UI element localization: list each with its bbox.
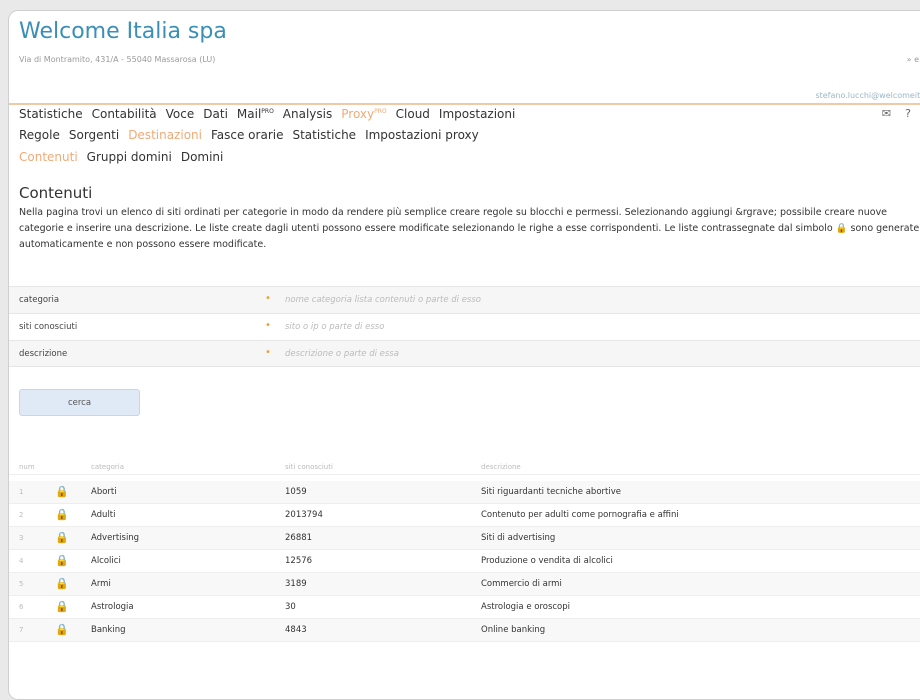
row-categoria: Banking <box>91 625 126 635</box>
filter-siti-row: siti conosciuti • <box>9 313 920 340</box>
row-descrizione: Siti riguardanti tecniche abortive <box>481 487 621 497</box>
lock-icon: 🔒 <box>835 223 848 234</box>
row-categoria: Astrologia <box>91 602 134 612</box>
lock-icon: 🔒 <box>55 577 69 590</box>
row-index: 3 <box>19 534 24 542</box>
row-index: 7 <box>19 626 24 634</box>
lock-icon: 🔒 <box>55 485 69 498</box>
row-descrizione: Contenuto per adulti come pornografia e … <box>481 510 679 520</box>
subnav-statistiche[interactable]: Statistiche <box>292 128 356 142</box>
siti-input[interactable] <box>285 318 905 336</box>
lock-icon: 🔒 <box>55 508 69 521</box>
row-descrizione: Astrologia e oroscopi <box>481 602 571 612</box>
row-siti: 3189 <box>285 579 307 589</box>
table-row[interactable]: 7 🔒 Banking 4843 Online banking <box>9 619 920 642</box>
header-divider <box>9 103 920 105</box>
main-nav: Statistiche Contabilità Voce Dati MailPR… <box>19 107 524 121</box>
lock-icon: 🔒 <box>55 600 69 613</box>
row-siti: 12576 <box>285 556 313 566</box>
filter-siti-label: siti conosciuti <box>19 322 78 332</box>
col-header-descrizione[interactable]: descrizione <box>481 463 521 471</box>
nav-proxy[interactable]: ProxyPRO <box>341 107 386 121</box>
row-siti: 2013794 <box>285 510 323 520</box>
row-siti: 4843 <box>285 625 307 635</box>
nav-analysis[interactable]: Analysis <box>283 107 332 121</box>
bullet-icon: • <box>265 347 271 358</box>
subnav-regole[interactable]: Regole <box>19 128 60 142</box>
nav-mail[interactable]: MailPRO <box>237 107 274 121</box>
page-title: Contenuti <box>19 184 93 202</box>
nav-mail-label: Mail <box>236 107 262 121</box>
categoria-input[interactable] <box>285 291 905 309</box>
content-table: 1 🔒 Aborti 1059 Siti riguardanti tecnich… <box>9 481 920 642</box>
table-row[interactable]: 4 🔒 Alcolici 12576 Produzione o vendita … <box>9 550 920 573</box>
table-header: num categoria siti conosciuti descrizion… <box>9 461 920 475</box>
subnav-sorgenti[interactable]: Sorgenti <box>69 128 119 142</box>
row-index: 4 <box>19 557 24 565</box>
row-categoria: Aborti <box>91 487 117 497</box>
bullet-icon: • <box>265 320 271 331</box>
top-icons: ✉ ? ▮ <box>882 107 920 120</box>
filter-descrizione-row: descrizione • <box>9 340 920 367</box>
lock-icon: 🔒 <box>55 531 69 544</box>
row-siti: 30 <box>285 602 296 612</box>
nav-proxy-label: Proxy <box>341 107 375 121</box>
row-categoria: Adulti <box>91 510 116 520</box>
row-siti: 1059 <box>285 487 307 497</box>
table-row[interactable]: 3 🔒 Advertising 26881 Siti di advertisin… <box>9 527 920 550</box>
subnav-destinazioni[interactable]: Destinazioni <box>128 128 202 142</box>
mail-icon[interactable]: ✉ <box>882 107 891 120</box>
filter-descrizione-label: descrizione <box>19 349 68 359</box>
row-index: 1 <box>19 488 24 496</box>
nav-contabilita[interactable]: Contabilità <box>92 107 157 121</box>
destinazioni-subnav: Contenuti Gruppi domini Domini <box>19 150 232 164</box>
help-icon[interactable]: ? <box>905 107 911 120</box>
bullet-icon: • <box>265 293 271 304</box>
nav-proxy-badge: PRO <box>374 108 387 115</box>
lock-icon: 🔒 <box>55 623 69 636</box>
subnav-impostazioni-proxy[interactable]: Impostazioni proxy <box>365 128 479 142</box>
nav-cloud[interactable]: Cloud <box>396 107 430 121</box>
company-name: Welcome Italia spa <box>19 19 227 44</box>
nav-voce[interactable]: Voce <box>166 107 195 121</box>
row-descrizione: Online banking <box>481 625 546 635</box>
row-descrizione: Produzione o vendita di alcolici <box>481 556 613 566</box>
row-index: 2 <box>19 511 24 519</box>
col-header-siti[interactable]: siti conosciuti <box>285 463 333 471</box>
descrizione-input[interactable] <box>285 345 905 363</box>
row-descrizione: Siti di advertising <box>481 533 556 543</box>
row-descrizione: Commercio di armi <box>481 579 562 589</box>
col-header-categoria[interactable]: categoria <box>91 463 124 471</box>
lock-icon: 🔒 <box>55 554 69 567</box>
subnav-domini[interactable]: Domini <box>181 150 224 164</box>
row-categoria: Alcolici <box>91 556 121 566</box>
table-row[interactable]: 6 🔒 Astrologia 30 Astrologia e oroscopi <box>9 596 920 619</box>
nav-impostazioni[interactable]: Impostazioni <box>439 107 515 121</box>
page-description-text: Nella pagina trovi un elenco di siti ord… <box>19 207 888 234</box>
filter-categoria-row: categoria • <box>9 286 920 313</box>
row-siti: 26881 <box>285 533 313 543</box>
app-window: Welcome Italia spa Via di Montramito, 43… <box>8 10 920 700</box>
table-row[interactable]: 1 🔒 Aborti 1059 Siti riguardanti tecnich… <box>9 481 920 504</box>
subnav-contenuti[interactable]: Contenuti <box>19 150 78 164</box>
subnav-fasce-orarie[interactable]: Fasce orarie <box>211 128 283 142</box>
table-row[interactable]: 5 🔒 Armi 3189 Commercio di armi <box>9 573 920 596</box>
search-button[interactable]: cerca <box>19 389 140 416</box>
expand-link[interactable]: » e <box>907 55 919 64</box>
company-address: Via di Montramito, 431/A - 55040 Massaro… <box>19 55 216 64</box>
user-email[interactable]: stefano.lucchi@welcomeitalia. <box>815 91 920 100</box>
table-row[interactable]: 2 🔒 Adulti 2013794 Contenuto per adulti … <box>9 504 920 527</box>
row-index: 5 <box>19 580 24 588</box>
nav-mail-badge: PRO <box>261 108 274 115</box>
nav-statistiche[interactable]: Statistiche <box>19 107 83 121</box>
row-categoria: Advertising <box>91 533 140 543</box>
proxy-subnav: Regole Sorgenti Destinazioni Fasce orari… <box>19 128 488 142</box>
page-description: Nella pagina trovi un elenco di siti ord… <box>19 205 920 253</box>
col-header-num[interactable]: num <box>19 463 35 471</box>
filter-categoria-label: categoria <box>19 295 60 305</box>
nav-dati[interactable]: Dati <box>203 107 228 121</box>
row-index: 6 <box>19 603 24 611</box>
row-categoria: Armi <box>91 579 111 589</box>
subnav-gruppi-domini[interactable]: Gruppi domini <box>87 150 172 164</box>
